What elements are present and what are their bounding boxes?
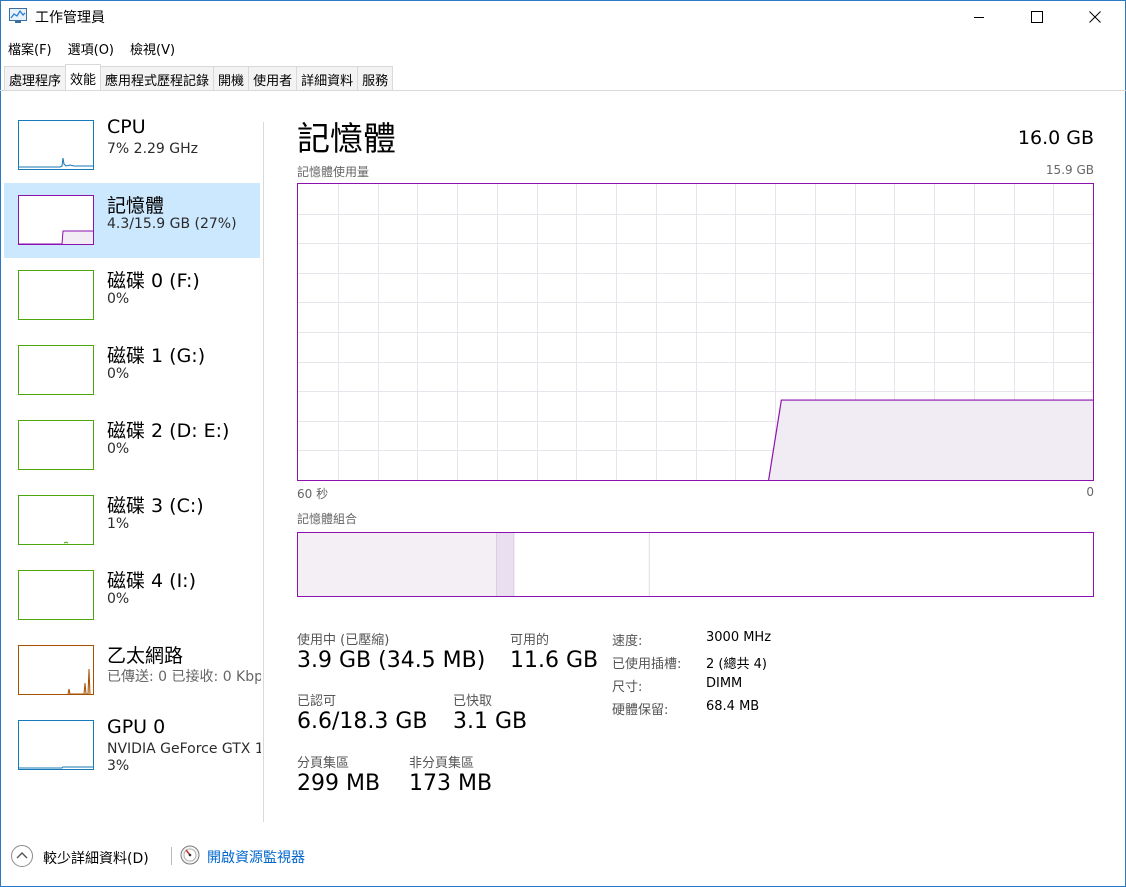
memory-composition-bar bbox=[297, 532, 1094, 597]
tab-services[interactable]: 服務 bbox=[357, 66, 394, 90]
hardware-reserved-value: 68.4 MB bbox=[706, 699, 760, 714]
composition-modified bbox=[496, 533, 515, 596]
panel-divider bbox=[263, 122, 264, 822]
resource-name: 磁碟 4 (I:) bbox=[107, 570, 196, 592]
resource-name: 磁碟 0 (F:) bbox=[107, 270, 200, 292]
resource-name: 磁碟 3 (C:) bbox=[107, 495, 204, 517]
open-resource-monitor-link[interactable]: 開啟資源監視器 bbox=[207, 847, 305, 867]
maximize-icon bbox=[1031, 11, 1043, 23]
gpu-thumbnail-graph bbox=[18, 720, 94, 770]
committed-value: 6.6/18.3 GB bbox=[297, 709, 428, 734]
usage-graph-max: 15.9 GB bbox=[1045, 163, 1094, 177]
form-factor-label: 尺寸: bbox=[612, 680, 643, 695]
chevron-up-icon[interactable] bbox=[10, 844, 34, 868]
slots-value: 2 (總共 4) bbox=[706, 657, 767, 672]
speed-value: 3000 MHz bbox=[706, 630, 772, 645]
resource-monitor-icon bbox=[180, 845, 200, 865]
paged-pool-label: 分頁集區 bbox=[297, 756, 350, 771]
resource-disk-4[interactable]: 磁碟 4 (I:) 0% bbox=[4, 558, 260, 633]
resource-value-percent: 3% bbox=[107, 758, 130, 774]
time-axis-left: 60 秒 bbox=[297, 487, 329, 501]
nonpaged-pool-value: 173 MB bbox=[409, 771, 493, 796]
disk-thumbnail-graph bbox=[18, 495, 94, 545]
disk-thumbnail-graph bbox=[18, 420, 94, 470]
resource-name: 磁碟 1 (G:) bbox=[107, 345, 206, 367]
resource-cpu[interactable]: CPU 7% 2.29 GHz bbox=[4, 108, 260, 183]
tab-details[interactable]: 詳細資料 bbox=[296, 66, 359, 90]
resource-value: 0% bbox=[107, 366, 130, 382]
composition-standby bbox=[514, 533, 650, 596]
composition-free bbox=[649, 533, 1093, 596]
close-icon bbox=[1089, 11, 1101, 23]
footer-separator bbox=[171, 847, 172, 865]
cached-label: 已快取 bbox=[453, 694, 493, 709]
resource-value: 0% bbox=[107, 291, 130, 307]
resource-disk-0[interactable]: 磁碟 0 (F:) 0% bbox=[4, 258, 260, 333]
disk-thumbnail-graph bbox=[18, 570, 94, 620]
disk-thumbnail-graph bbox=[18, 270, 94, 320]
speed-label: 速度: bbox=[612, 634, 643, 649]
cached-value: 3.1 GB bbox=[453, 709, 528, 734]
resource-gpu[interactable]: GPU 0 NVIDIA GeForce GTX 1060 3% bbox=[4, 708, 261, 783]
page-title: 記憶體 bbox=[297, 119, 396, 158]
in-use-label: 使用中 (已壓縮) bbox=[297, 633, 390, 648]
footer: 較少詳細資料(D) 開啟資源監視器 bbox=[0, 838, 1126, 874]
resource-value: 0% bbox=[107, 441, 130, 457]
resource-value: 0% bbox=[107, 591, 130, 607]
resource-list: CPU 7% 2.29 GHz 記憶體 4.3/15.9 GB (27%) 磁碟… bbox=[4, 108, 261, 783]
close-button[interactable] bbox=[1066, 0, 1124, 34]
resource-memory[interactable]: 記憶體 4.3/15.9 GB (27%) bbox=[4, 183, 260, 258]
resource-value: NVIDIA GeForce GTX 1060 bbox=[107, 741, 261, 757]
resource-name: GPU 0 bbox=[107, 716, 166, 738]
composition-label: 記憶體組合 bbox=[297, 512, 358, 526]
ethernet-thumbnail-graph bbox=[18, 645, 94, 695]
usage-graph-label: 記憶體使用量 bbox=[297, 165, 370, 179]
hardware-reserved-label: 硬體保留: bbox=[612, 703, 669, 718]
fewer-details-button[interactable]: 較少詳細資料(D) bbox=[43, 848, 149, 868]
minimize-button[interactable] bbox=[950, 0, 1008, 34]
in-use-value: 3.9 GB (34.5 MB) bbox=[297, 648, 486, 673]
composition-in-use bbox=[298, 533, 497, 596]
nonpaged-pool-label: 非分頁集區 bbox=[409, 756, 475, 771]
resource-name: CPU bbox=[107, 116, 146, 138]
memory-total: 16.0 GB bbox=[1017, 127, 1094, 149]
resource-value: 4.3/15.9 GB (27%) bbox=[107, 216, 237, 232]
committed-label: 已認可 bbox=[297, 694, 337, 709]
available-value: 11.6 GB bbox=[510, 648, 599, 673]
available-label: 可用的 bbox=[510, 633, 550, 648]
resource-value: 已傳送: 0 已接收: 0 Kbps bbox=[107, 669, 261, 685]
form-factor-value: DIMM bbox=[706, 676, 743, 691]
resource-name: 記憶體 bbox=[107, 195, 165, 217]
time-axis-right: 0 bbox=[1086, 485, 1094, 499]
minimize-icon bbox=[974, 17, 984, 18]
resource-disk-1[interactable]: 磁碟 1 (G:) 0% bbox=[4, 333, 260, 408]
resource-disk-2[interactable]: 磁碟 2 (D: E:) 0% bbox=[4, 408, 260, 483]
maximize-button[interactable] bbox=[1008, 0, 1066, 34]
resource-name: 磁碟 2 (D: E:) bbox=[107, 420, 230, 442]
slots-label: 已使用插槽: bbox=[612, 657, 682, 672]
cpu-thumbnail-graph bbox=[18, 120, 94, 170]
resource-value: 1% bbox=[107, 516, 130, 532]
paged-pool-value: 299 MB bbox=[297, 771, 381, 796]
resource-name: 乙太網路 bbox=[107, 645, 184, 667]
memory-usage-graph bbox=[297, 183, 1094, 481]
usage-area bbox=[768, 400, 1093, 480]
resource-value: 7% 2.29 GHz bbox=[107, 141, 199, 157]
resource-disk-3[interactable]: 磁碟 3 (C:) 1% bbox=[4, 483, 260, 558]
resource-ethernet[interactable]: 乙太網路 已傳送: 0 已接收: 0 Kbps bbox=[4, 633, 261, 708]
disk-thumbnail-graph bbox=[18, 345, 94, 395]
memory-thumbnail-graph bbox=[18, 195, 94, 245]
